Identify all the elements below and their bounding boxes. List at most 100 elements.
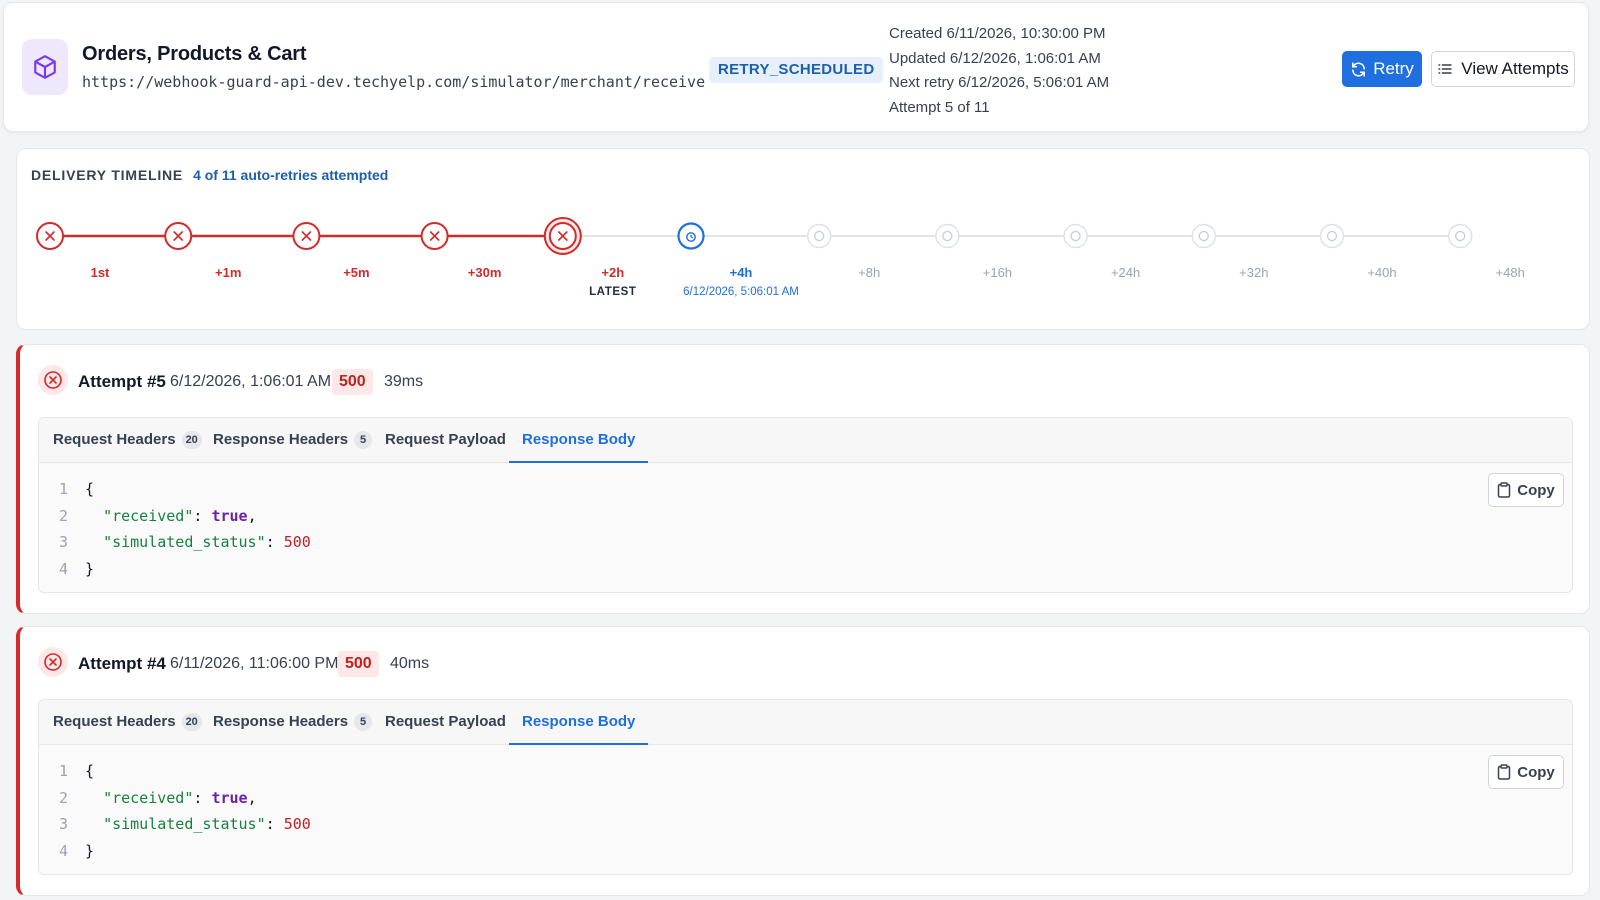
attempt-time: 6/12/2026, 1:06:01 AM bbox=[170, 373, 332, 390]
created-at: Created 6/11/2026, 10:30:00 PM bbox=[889, 25, 1106, 42]
timeline-step-label: +16h bbox=[983, 265, 1012, 280]
status-code-badge: 500 bbox=[338, 651, 379, 677]
detail-tabs: Request Headers 20 Response Headers 5 Requ… bbox=[39, 418, 1572, 463]
endpoint-url: https://webhook-guard-api-dev.techyelp.c… bbox=[82, 73, 706, 91]
timeline-step-label: 1st bbox=[91, 265, 110, 280]
delivery-meta: Created 6/11/2026, 10:30:00 PM Updated 6… bbox=[889, 22, 1109, 120]
code-line: 2 "received": true, bbox=[59, 788, 257, 807]
timeline-step-failed: +30m bbox=[420, 222, 502, 280]
attempt-count: Attempt 5 of 11 bbox=[889, 98, 990, 116]
pending-step-icon bbox=[1319, 223, 1345, 249]
attempt-duration: 40ms bbox=[390, 655, 430, 672]
timeline-step-label: +8h bbox=[858, 265, 880, 280]
timeline-step-label: +24h bbox=[1111, 265, 1140, 280]
code-line: 1{ bbox=[59, 480, 95, 498]
timeline-step-scheduled: +4h 6/12/2026, 5:06:01 AM bbox=[677, 222, 799, 298]
pending-step-icon bbox=[806, 223, 832, 249]
attempt-time: 6/11/2026, 11:06:00 PM bbox=[170, 655, 339, 672]
tab-label: Response Headers bbox=[213, 713, 349, 730]
timeline-step-pending: +8h bbox=[806, 223, 880, 280]
tab-response-headers[interactable]: Response Headers 5 bbox=[213, 700, 373, 745]
tab-request-payload[interactable]: Request Payload bbox=[385, 418, 506, 463]
copy-label: Copy bbox=[1517, 481, 1555, 499]
code-line: 3 "simulated_status": 500 bbox=[59, 533, 311, 551]
refresh-icon bbox=[1352, 61, 1366, 77]
tab-response-headers[interactable]: Response Headers 5 bbox=[213, 418, 373, 463]
timeline-step-pending: +16h bbox=[935, 223, 1012, 280]
list-icon bbox=[1438, 64, 1452, 74]
attempt-detail-panel: Request Headers 20 Response Headers 5 Requ… bbox=[38, 699, 1573, 875]
timeline-step-label: +30m bbox=[468, 265, 502, 280]
tab-label: Request Headers bbox=[53, 431, 176, 448]
timeline-track: 1st +1m +5m +30m +2h LATEST +4h 6/12/2026, 5:06… bbox=[36, 217, 1525, 298]
count-badge: 20 bbox=[181, 431, 202, 449]
timeline-step-label: +5m bbox=[343, 265, 369, 280]
tab-label: Request Headers bbox=[53, 713, 176, 730]
view-attempts-button[interactable]: View Attempts bbox=[1431, 51, 1575, 87]
detail-tabs: Request Headers 20 Response Headers 5 Requ… bbox=[39, 700, 1572, 745]
count-badge: 20 bbox=[181, 713, 202, 731]
copy-label: Copy bbox=[1517, 763, 1555, 781]
copy-button[interactable]: Copy bbox=[1488, 755, 1564, 789]
retry-button[interactable]: Retry bbox=[1342, 51, 1422, 87]
timeline-step-failed: +1m bbox=[164, 222, 241, 280]
attempt-card: Attempt #5 6/12/2026, 1:06:01 AM 500 39m… bbox=[16, 344, 1590, 614]
attempt-title: Attempt #5 bbox=[78, 372, 166, 391]
failed-icon bbox=[38, 647, 68, 677]
tab-request-headers[interactable]: Request Headers 20 bbox=[53, 700, 202, 745]
tab-request-headers[interactable]: Request Headers 20 bbox=[53, 418, 202, 463]
tab-label: Request Payload bbox=[385, 431, 506, 448]
response-body-code: 1{ 2 "received": true, 3 "simulated_stat… bbox=[59, 476, 311, 582]
pending-step-icon bbox=[1063, 223, 1088, 249]
timeline-step-label: +1m bbox=[215, 265, 241, 280]
status-badge: RETRY_SCHEDULED bbox=[709, 57, 884, 83]
timeline-step-pending: +40h bbox=[1319, 223, 1397, 280]
next-retry-at: Next retry 6/12/2026, 5:06:01 AM bbox=[889, 74, 1110, 91]
timeline-step-label: +32h bbox=[1239, 265, 1268, 280]
attempt-card: Attempt #4 6/11/2026, 11:06:00 PM 500 40… bbox=[16, 626, 1590, 896]
view-attempts-label: View Attempts bbox=[1461, 59, 1569, 78]
timeline-step-pending: +32h bbox=[1191, 223, 1268, 280]
tab-label: Request Payload bbox=[385, 713, 506, 730]
timeline-step-label: +2h bbox=[601, 265, 624, 280]
attempt-detail-panel: Request Headers 20 Response Headers 5 Requ… bbox=[38, 417, 1573, 593]
failed-icon bbox=[38, 365, 68, 395]
clipboard-icon bbox=[1498, 764, 1511, 780]
tab-label: Response Headers bbox=[213, 431, 349, 448]
timeline-step-label: +4h bbox=[730, 265, 753, 280]
count-badge: 5 bbox=[354, 431, 373, 449]
status-code-badge: 500 bbox=[332, 369, 373, 395]
code-line: 4} bbox=[59, 841, 95, 860]
tab-response-body[interactable]: Response Body bbox=[509, 700, 649, 745]
timeline-step-pending: +24h bbox=[1063, 223, 1140, 280]
endpoint-title: Orders, Products & Cart bbox=[82, 43, 307, 65]
tab-label: Response Body bbox=[522, 713, 636, 730]
count-badge: 5 bbox=[354, 713, 373, 731]
retry-label: Retry bbox=[1373, 59, 1414, 78]
copy-button[interactable]: Copy bbox=[1488, 473, 1564, 507]
code-line: 3 "simulated_status": 500 bbox=[59, 815, 311, 833]
code-line: 2 "received": true, bbox=[59, 506, 257, 525]
timeline-step-label: +48h bbox=[1496, 265, 1525, 280]
pending-step-icon bbox=[1191, 223, 1217, 249]
attempt-title: Attempt #4 bbox=[78, 654, 166, 673]
endpoint-header-card: Orders, Products & Cart https://webhook-… bbox=[3, 2, 1589, 132]
tab-label: Response Body bbox=[522, 431, 636, 448]
timeline-step-label: +40h bbox=[1367, 265, 1396, 280]
pending-step-icon bbox=[935, 223, 960, 249]
timeline-step-latest: +2h LATEST bbox=[543, 217, 636, 298]
endpoint-icon bbox=[22, 39, 68, 95]
timeline-step-pending: +48h bbox=[1447, 223, 1525, 280]
attempt-duration: 39ms bbox=[384, 373, 424, 390]
clipboard-icon bbox=[1498, 482, 1511, 498]
timeline-step-failed: 1st bbox=[36, 222, 110, 280]
pending-step-icon bbox=[1447, 223, 1473, 249]
next-retry-time: 6/12/2026, 5:06:01 AM bbox=[683, 286, 799, 298]
delivery-timeline-card: DELIVERY TIMELINE 4 of 11 auto-retries a… bbox=[16, 148, 1590, 330]
response-body-code: 1{ 2 "received": true, 3 "simulated_stat… bbox=[59, 758, 311, 864]
latest-label: LATEST bbox=[589, 286, 636, 298]
tab-response-body[interactable]: Response Body bbox=[509, 418, 649, 463]
tab-request-payload[interactable]: Request Payload bbox=[385, 700, 506, 745]
updated-at: Updated 6/12/2026, 1:06:01 AM bbox=[889, 49, 1101, 67]
timeline-step-failed: +5m bbox=[292, 222, 370, 280]
